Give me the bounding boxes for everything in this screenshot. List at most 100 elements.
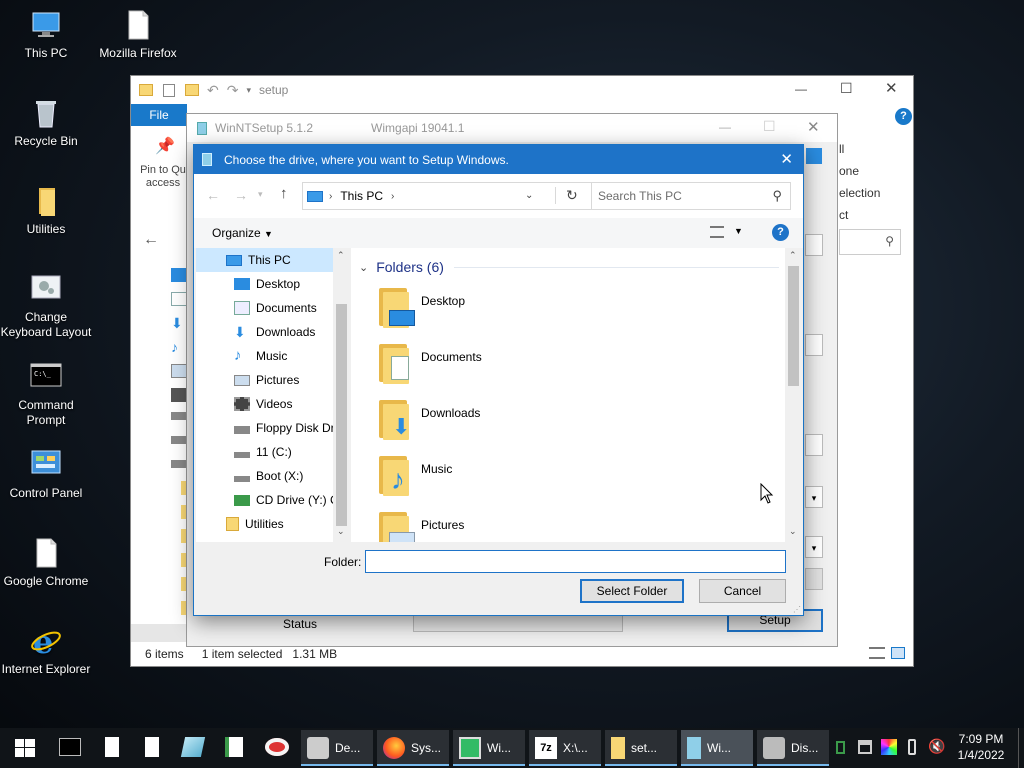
back-arrow-icon[interactable]: ← bbox=[206, 187, 220, 203]
taskbar-task-winntsetup[interactable]: Wi... bbox=[681, 730, 753, 766]
winntsetup-button[interactable] bbox=[805, 568, 823, 590]
editor-icon[interactable] bbox=[225, 737, 243, 757]
tree-item-cd-drive[interactable]: CD Drive (Y:) C bbox=[196, 488, 339, 512]
music-icon[interactable]: ♪ bbox=[171, 340, 187, 354]
close-icon[interactable]: ✕ bbox=[885, 79, 898, 97]
list-item-folder-desktop[interactable]: Desktop bbox=[375, 286, 465, 338]
winntsetup-dropdown[interactable]: ▾ bbox=[805, 486, 823, 508]
choose-folder-dialog[interactable]: Choose the drive, where you want to Setu… bbox=[193, 144, 804, 616]
view-dropdown-icon[interactable]: ▼ bbox=[734, 226, 743, 236]
organize-menu[interactable]: Organize ▼ bbox=[212, 226, 273, 240]
tree-item-videos[interactable]: Videos bbox=[196, 392, 334, 416]
new-folder-icon[interactable] bbox=[185, 84, 199, 96]
taskbar-task-disk[interactable]: Dis... bbox=[757, 730, 829, 766]
desktop-icon-firefox[interactable]: Mozilla Firefox bbox=[92, 8, 184, 61]
ribbon-label[interactable]: one bbox=[839, 160, 880, 182]
scroll-thumb[interactable] bbox=[336, 304, 347, 526]
resize-grip-icon[interactable]: ⋰ bbox=[793, 605, 801, 614]
scroll-down-icon[interactable]: ⌄ bbox=[337, 526, 345, 537]
winntsetup-field[interactable] bbox=[805, 234, 823, 256]
desktop-icon[interactable] bbox=[171, 268, 187, 282]
command-prompt-icon[interactable] bbox=[59, 738, 81, 756]
tree-item-floppy[interactable]: Floppy Disk Dri bbox=[196, 416, 337, 440]
pin-to-quick-access[interactable]: 📌 Pin to Qu access bbox=[137, 139, 189, 190]
tree-item-utilities[interactable]: Utilities bbox=[196, 512, 334, 536]
redo-icon[interactable]: ↷ bbox=[227, 82, 239, 99]
undo-icon[interactable]: ↶ bbox=[207, 82, 219, 99]
winntsetup-field[interactable] bbox=[805, 434, 823, 456]
scroll-up-icon[interactable]: ⌃ bbox=[337, 250, 345, 261]
details-view-icon[interactable] bbox=[869, 647, 885, 659]
scroll-down-icon[interactable]: ⌄ bbox=[789, 526, 797, 537]
address-bar[interactable]: › This PC › ⌄ ↻ bbox=[302, 182, 602, 210]
windows-start-icon[interactable] bbox=[15, 739, 35, 757]
scroll-thumb[interactable] bbox=[788, 266, 799, 386]
tools-icon[interactable] bbox=[265, 738, 289, 756]
ribbon-label[interactable]: ll bbox=[839, 138, 880, 160]
cancel-button[interactable]: Cancel bbox=[699, 579, 786, 603]
maximize-icon[interactable]: ☐ bbox=[763, 118, 776, 135]
back-arrow-icon[interactable]: ← bbox=[143, 231, 159, 249]
network-icon[interactable] bbox=[858, 740, 872, 754]
list-item-folder-documents[interactable]: Documents bbox=[375, 342, 482, 394]
tree-scrollbar[interactable]: ⌃ ⌄ bbox=[333, 248, 350, 542]
glass-icon[interactable] bbox=[180, 737, 206, 757]
scroll-up-icon[interactable]: ⌃ bbox=[789, 250, 797, 261]
close-icon[interactable]: ✕ bbox=[780, 150, 793, 168]
select-folder-button[interactable]: Select Folder bbox=[580, 579, 684, 603]
refresh-icon[interactable]: ↻ bbox=[555, 187, 578, 204]
downloads-icon[interactable]: ⬇ bbox=[171, 316, 187, 330]
file-icon[interactable] bbox=[105, 737, 119, 757]
folder-input[interactable] bbox=[365, 550, 786, 573]
recent-locations-icon[interactable]: ▾ bbox=[258, 189, 263, 200]
content-scrollbar[interactable]: ⌃ ⌄ bbox=[785, 248, 801, 542]
winntsetup-field[interactable] bbox=[805, 334, 823, 356]
tree-item-desktop[interactable]: Desktop bbox=[196, 272, 334, 296]
pictures-icon[interactable] bbox=[171, 364, 187, 378]
ribbon-label[interactable]: election bbox=[839, 182, 880, 204]
tree-item-downloads[interactable]: ⬇ Downloads bbox=[196, 320, 334, 344]
drive-icon[interactable] bbox=[171, 412, 187, 420]
ribbon-label[interactable]: ct bbox=[839, 204, 880, 226]
help-icon[interactable]: ? bbox=[895, 108, 912, 125]
minimize-icon[interactable]: — bbox=[719, 120, 731, 134]
desktop-icon-utilities[interactable]: Utilities bbox=[0, 184, 92, 237]
explorer-search-box[interactable]: ⚲ bbox=[839, 229, 901, 255]
winntsetup-dropdown[interactable]: ▾ bbox=[805, 536, 823, 558]
tree-item-boot-x[interactable]: Boot (X:) bbox=[196, 464, 334, 488]
tree-item-drive-c[interactable]: 11 (C:) bbox=[196, 440, 334, 464]
quick-access-dropdown-icon[interactable]: ▾ bbox=[246, 85, 251, 96]
large-icons-view-icon[interactable] bbox=[891, 647, 905, 659]
address-dropdown-icon[interactable]: ⌄ bbox=[525, 190, 533, 201]
color-icon[interactable] bbox=[881, 739, 897, 755]
list-item-folder-downloads[interactable]: ⬇ Downloads bbox=[375, 398, 480, 450]
forward-arrow-icon[interactable]: → bbox=[234, 187, 248, 203]
list-item-folder-music[interactable]: ♪ Music bbox=[375, 454, 452, 506]
taskbar-task-setup-folder[interactable]: set... bbox=[605, 730, 677, 766]
desktop-icon-recycle-bin[interactable]: Recycle Bin bbox=[0, 96, 92, 149]
tab-file[interactable]: File bbox=[131, 104, 187, 126]
view-options-icon[interactable] bbox=[710, 226, 724, 238]
show-desktop-button[interactable] bbox=[1018, 728, 1024, 768]
tree-item-music[interactable]: ♪ Music bbox=[196, 344, 334, 368]
file-icon[interactable] bbox=[145, 737, 159, 757]
help-icon[interactable]: ? bbox=[772, 224, 789, 241]
videos-icon[interactable] bbox=[171, 388, 187, 402]
tray-app-icon[interactable] bbox=[836, 741, 845, 754]
desktop-icon-keyboard-layout[interactable]: Change Keyboard Layout bbox=[0, 272, 92, 340]
drive-icon[interactable] bbox=[171, 460, 187, 468]
desktop-icon-command-prompt[interactable]: C:\_ Command Prompt bbox=[0, 360, 92, 428]
group-header[interactable]: ⌄ Folders (6) bbox=[359, 258, 779, 276]
clock[interactable]: 7:09 PM 1/4/2022 bbox=[951, 731, 1011, 763]
minimize-icon[interactable]: — bbox=[795, 82, 807, 96]
taskbar-task-system[interactable]: Sys... bbox=[377, 730, 449, 766]
properties-icon[interactable] bbox=[163, 83, 175, 97]
documents-icon[interactable] bbox=[171, 292, 187, 306]
close-icon[interactable]: ✕ bbox=[807, 118, 820, 136]
up-arrow-icon[interactable]: ↑ bbox=[280, 185, 288, 202]
desktop-icon-internet-explorer[interactable]: e Internet Explorer bbox=[0, 623, 92, 677]
desktop-icon-control-panel[interactable]: Control Panel bbox=[0, 448, 92, 501]
volume-muted-icon[interactable]: 🔇 bbox=[928, 738, 945, 755]
drive-icon[interactable] bbox=[171, 436, 187, 444]
taskbar-task-windows[interactable]: Wi... bbox=[453, 730, 525, 766]
